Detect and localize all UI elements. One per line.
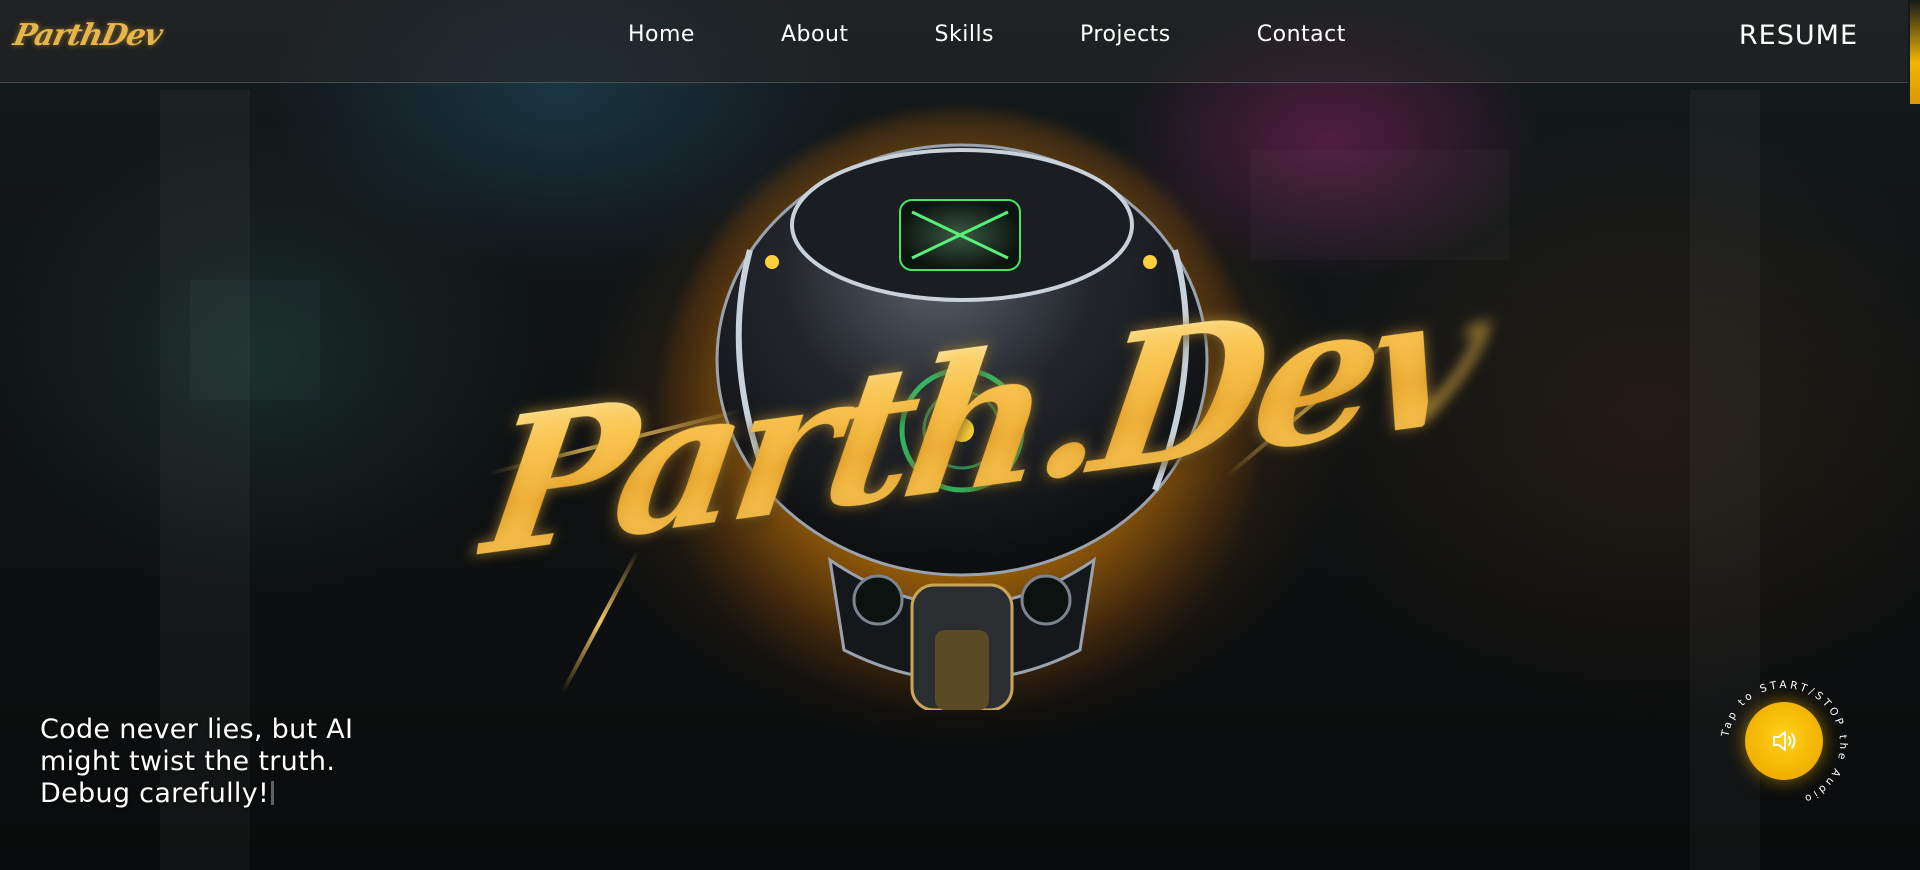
quote-line-text: Debug carefully! xyxy=(40,778,270,809)
audio-toggle[interactable]: Tap to START/STOP the Audio xyxy=(1720,680,1848,808)
scrollbar-thumb[interactable] xyxy=(1910,0,1920,104)
site-logo[interactable]: ParthDev xyxy=(10,18,165,53)
nav-item-skills[interactable]: Skills xyxy=(935,22,995,47)
quote-line-last: Debug carefully! xyxy=(40,778,420,810)
hero-page: ParthDev Home About Skills Projects Cont… xyxy=(0,0,1920,870)
nav-item-home[interactable]: Home xyxy=(628,22,695,47)
typing-cursor xyxy=(271,781,275,805)
background-panel xyxy=(1250,150,1510,260)
top-navigation-bar: ParthDev Home About Skills Projects Cont… xyxy=(0,0,1908,83)
audio-button[interactable] xyxy=(1745,702,1823,780)
quote-line: might twist the truth. xyxy=(40,746,336,777)
speaker-icon xyxy=(1773,731,1796,751)
main-nav: Home About Skills Projects Contact xyxy=(628,22,1432,47)
nav-item-contact[interactable]: Contact xyxy=(1257,22,1346,47)
hero-quote: Code never lies, but AI might twist the … xyxy=(40,714,420,810)
nav-item-projects[interactable]: Projects xyxy=(1080,22,1171,47)
quote-line: Code never lies, but AI xyxy=(40,714,354,745)
background-panel xyxy=(190,280,320,400)
resume-button[interactable]: RESUME xyxy=(1739,20,1858,51)
nav-item-about[interactable]: About xyxy=(781,22,849,47)
